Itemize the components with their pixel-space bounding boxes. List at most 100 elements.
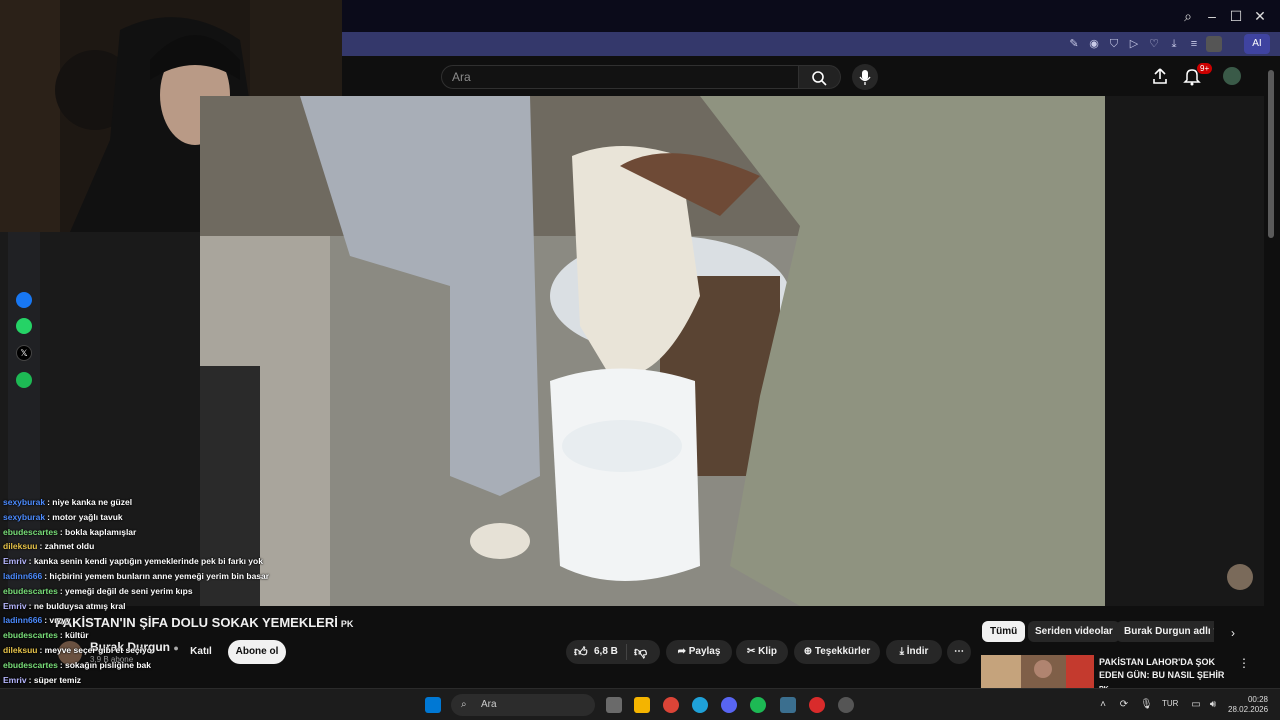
- heart-icon[interactable]: ♡: [1146, 36, 1162, 52]
- clip-button[interactable]: ✂ Klip: [736, 640, 788, 664]
- more-actions-button[interactable]: ⋯: [947, 640, 971, 664]
- like-count[interactable]: 6,8 B: [594, 640, 618, 664]
- chat-text: : sokağın pisliğine bak: [59, 659, 151, 670]
- dislike-icon[interactable]: 👎︎: [634, 640, 647, 664]
- thanks-button[interactable]: ⊕ Teşekkürler: [794, 640, 880, 664]
- menu-icon[interactable]: ≡: [1186, 36, 1202, 52]
- discord-icon[interactable]: [721, 697, 737, 713]
- spotify-icon[interactable]: [750, 697, 766, 713]
- chat-username[interactable]: Emriv: [3, 675, 27, 685]
- chat-username[interactable]: sexyburak: [3, 497, 45, 507]
- file-explorer-icon[interactable]: [634, 697, 650, 713]
- chat-username[interactable]: dileksuu: [3, 645, 37, 655]
- chat-username[interactable]: ebudescartes: [3, 586, 58, 596]
- like-dislike-group: 👍︎ 6,8 B 👎︎: [566, 640, 660, 664]
- recommended-thumbnail[interactable]: [981, 655, 1094, 688]
- monitor-icon[interactable]: ▭: [1190, 699, 1202, 711]
- chat-username[interactable]: sexyburak: [3, 512, 45, 522]
- download-button[interactable]: ⤓ İndir: [886, 640, 942, 664]
- chat-text: : süper temiz: [28, 674, 82, 685]
- obs-icon[interactable]: [838, 697, 854, 713]
- windows-taskbar: ⌕ Ara ˄ ⟳ 🎙︎ TUR ▭ 🔊︎ 00:28 28.02.2026: [0, 688, 1280, 720]
- opera-icon[interactable]: [809, 697, 825, 713]
- chat-text: : ne bulduysa atmış kral: [28, 600, 126, 611]
- chat-text: : niye kanka ne güzel: [47, 497, 133, 507]
- chat-message: ladinn666: vıyyy: [3, 615, 363, 630]
- search-icon[interactable]: ⌕: [1178, 6, 1198, 26]
- create-button[interactable]: [1150, 66, 1170, 86]
- more-icon: ⋯: [954, 646, 964, 657]
- camera-icon[interactable]: ◉: [1086, 36, 1102, 52]
- youtube-header: Ara 9+: [342, 56, 1264, 96]
- taskbar-search[interactable]: ⌕ Ara: [451, 694, 595, 716]
- play-icon[interactable]: ▷: [1126, 36, 1142, 52]
- chat-text: : kültür: [59, 630, 89, 641]
- chat-text: : motor yağlı tavuk: [47, 511, 123, 522]
- microphone-icon[interactable]: 🎙︎: [1140, 699, 1153, 711]
- x-icon[interactable]: 𝕏: [16, 345, 32, 361]
- sync-icon[interactable]: ⟳: [1118, 699, 1130, 711]
- edge-icon[interactable]: [692, 697, 708, 713]
- chevron-right-icon[interactable]: ›: [1226, 626, 1240, 640]
- floating-avatar[interactable]: [1227, 564, 1253, 590]
- chat-message: sexyburak: niye kanka ne güzel: [3, 497, 363, 512]
- chat-username[interactable]: Emriv: [3, 601, 27, 611]
- chip-series[interactable]: Seriden videolar: [1028, 621, 1120, 642]
- whatsapp-icon[interactable]: [16, 318, 32, 334]
- scrollbar-thumb[interactable]: [1268, 70, 1274, 238]
- language-indicator[interactable]: TUR: [1162, 699, 1178, 708]
- chat-message: Emriv: ne bulduysa atmış kral: [3, 601, 363, 616]
- profile-icon[interactable]: [1206, 36, 1222, 52]
- voice-search-button[interactable]: [852, 64, 878, 90]
- browser-toolbar: ✎ ◉ ⛉ ▷ ♡ ⤓ ≡ AI: [342, 32, 1280, 56]
- stream-chat-overlay: sexyburak: niye kanka ne güzel sexyburak:…: [3, 497, 363, 719]
- spotify-icon[interactable]: [16, 372, 32, 388]
- notification-badge: 9+: [1197, 63, 1213, 74]
- messenger-icon[interactable]: [16, 292, 32, 308]
- chat-message: ebudescartes: kültür: [3, 630, 363, 645]
- chat-username[interactable]: ebudescartes: [3, 527, 58, 537]
- chat-username[interactable]: ebudescartes: [3, 630, 58, 640]
- thumbnail-image: [981, 655, 1094, 688]
- search-input[interactable]: Ara: [441, 65, 799, 89]
- chrome-icon[interactable]: [663, 697, 679, 713]
- chat-username[interactable]: ebudescartes: [3, 660, 58, 670]
- close-icon[interactable]: ✕: [1250, 6, 1270, 26]
- share-button[interactable]: ➦ Paylaş: [666, 640, 732, 664]
- more-vert-icon[interactable]: ⋮: [1238, 656, 1250, 672]
- chat-text: : yemeği değil de seni yerim kıps: [59, 585, 193, 596]
- chat-message: dileksuu: meyve seçer gibi et seçiyo: [3, 645, 363, 660]
- clock[interactable]: 00:28 28.02.2026: [1228, 695, 1268, 715]
- volume-icon[interactable]: 🔊︎: [1207, 699, 1219, 711]
- chat-message: ebudescartes: bokla kaplamışlar: [3, 527, 363, 542]
- chat-username[interactable]: ladinn666: [3, 571, 42, 581]
- video-side-area: [1105, 96, 1264, 606]
- maximize-icon[interactable]: ☐: [1226, 6, 1246, 26]
- download-icon[interactable]: ⤓: [1166, 36, 1182, 52]
- date-text: 28.02.2026: [1228, 705, 1269, 714]
- app-icon[interactable]: [780, 697, 796, 713]
- browser-title-bar: ⌕ – ☐ ✕: [342, 0, 1280, 32]
- chip-channel-uploads[interactable]: Burak Durgun adlı yüklemeler: [1116, 621, 1214, 642]
- chip-all[interactable]: Tümü: [982, 621, 1026, 642]
- minimize-icon[interactable]: –: [1202, 6, 1222, 26]
- account-avatar[interactable]: [1223, 67, 1241, 85]
- chat-message: ebudescartes: yemeği değil de seni yerim…: [3, 586, 363, 601]
- chat-username[interactable]: ladinn666: [3, 615, 42, 625]
- shield-icon[interactable]: ⛉: [1106, 36, 1122, 52]
- ai-button[interactable]: AI: [1244, 34, 1270, 54]
- chat-message: sexyburak: motor yağlı tavuk: [3, 512, 363, 527]
- scissors-icon: ✂: [746, 646, 759, 657]
- chat-username[interactable]: Emriv: [3, 556, 27, 566]
- like-icon[interactable]: 👍︎: [574, 640, 588, 664]
- chat-username[interactable]: dileksuu: [3, 541, 37, 551]
- start-icon[interactable]: [425, 697, 441, 713]
- chevron-up-icon[interactable]: ˄: [1097, 699, 1109, 711]
- page-scrollbar[interactable]: [1264, 56, 1280, 686]
- task-view-icon[interactable]: [606, 697, 622, 713]
- chat-text: : meyve seçer gibi et seçiyo: [39, 644, 152, 655]
- share-icon: ➦: [677, 646, 689, 657]
- microphone-icon: [859, 70, 871, 85]
- search-button[interactable]: [799, 65, 841, 89]
- edit-icon[interactable]: ✎: [1066, 36, 1082, 52]
